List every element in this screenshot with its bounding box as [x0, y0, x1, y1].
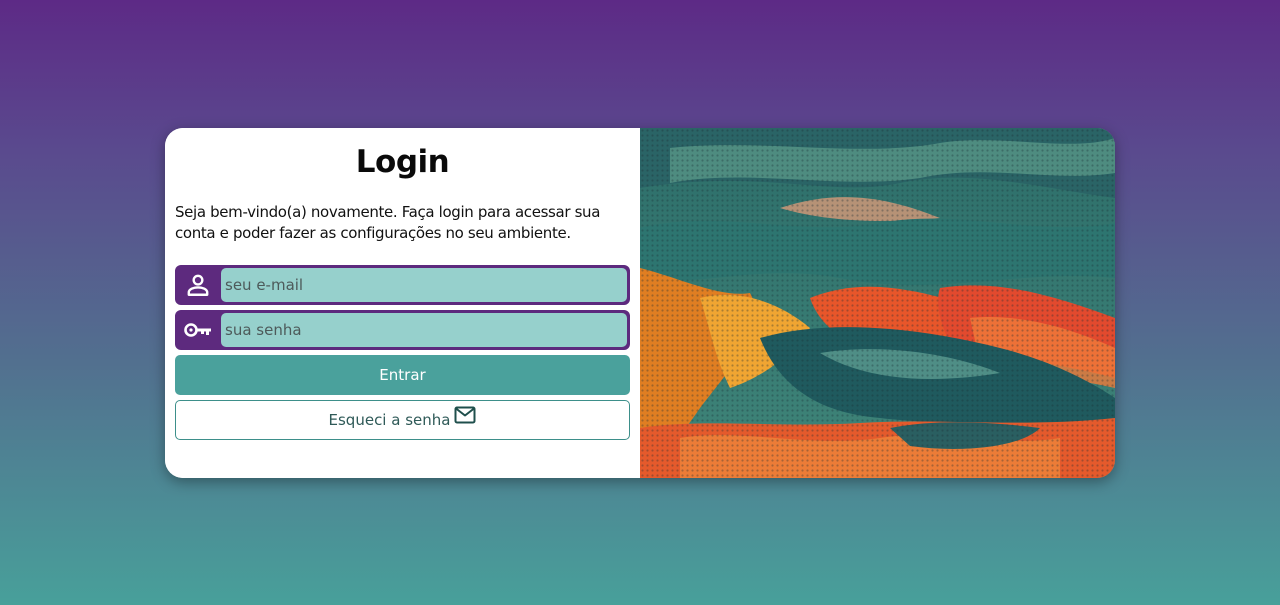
login-card: Login Seja bem-vindo(a) novamente. Faça …: [165, 128, 1115, 478]
login-form: Login Seja bem-vindo(a) novamente. Faça …: [165, 128, 640, 478]
password-input[interactable]: [221, 313, 627, 347]
email-input[interactable]: [221, 268, 627, 302]
person-icon: [175, 265, 221, 305]
email-field-group: [175, 265, 630, 305]
abstract-painting-image: [640, 128, 1115, 478]
page-title: Login: [355, 144, 450, 180]
key-icon: [175, 310, 221, 350]
forgot-password-label: Esqueci a senha: [328, 411, 451, 429]
forgot-password-button[interactable]: Esqueci a senha: [175, 400, 630, 440]
password-field-group: [175, 310, 630, 350]
login-button[interactable]: Entrar: [175, 355, 630, 395]
mail-icon: [454, 406, 476, 424]
welcome-text: Seja bem-vindo(a) novamente. Faça login …: [175, 203, 601, 242]
